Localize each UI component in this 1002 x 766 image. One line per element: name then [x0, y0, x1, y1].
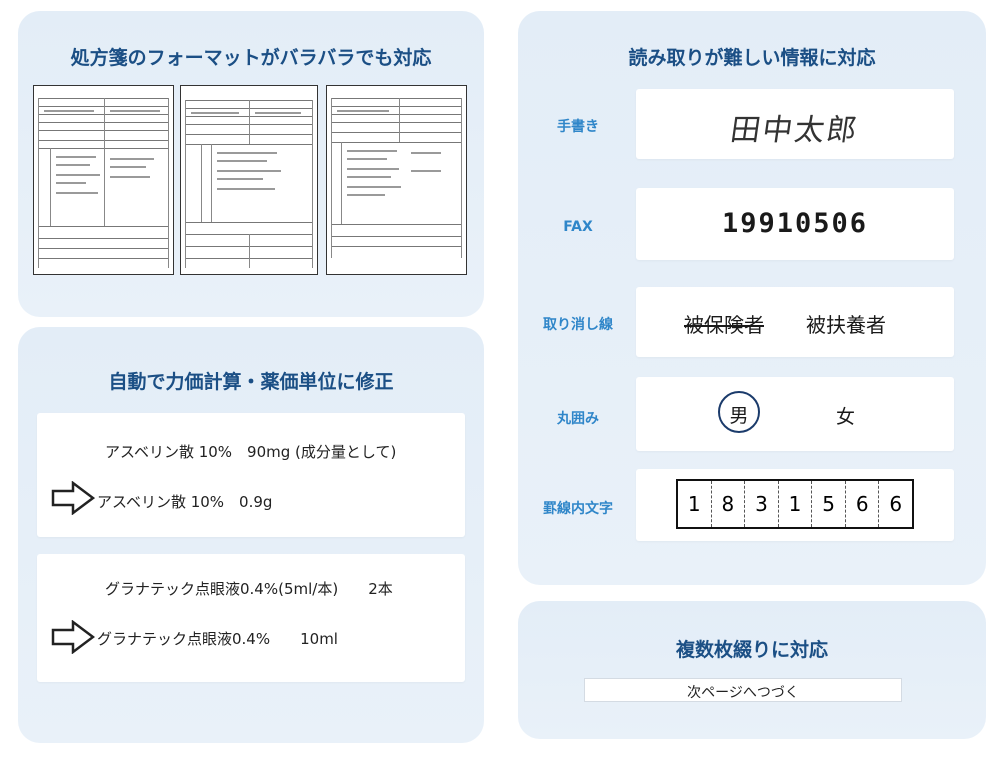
label-circled: 丸囲み — [557, 411, 599, 427]
strikethrough-card: 被保険者 被扶養者 — [636, 287, 954, 357]
arrow-right-icon — [51, 620, 95, 654]
continued-note-box: 次ページへつづく — [584, 678, 902, 702]
label-strikethrough: 取り消し線 — [543, 317, 613, 333]
calc-example-2: グラナテック点眼液0.4%(5ml/本) 2本 グラナテック点眼液0.4% 10… — [37, 554, 465, 682]
multipage-title: 複数枚綴りに対応 — [675, 639, 828, 661]
fax-value: 19910506 — [721, 208, 869, 239]
arrow-right-icon — [51, 481, 95, 515]
replacement-text: 被扶養者 — [806, 313, 886, 337]
before-text-1: アスベリン散 10% 90mg (成分量として) — [105, 443, 397, 461]
read-panel: 読み取りが難しい情報に対応 手書き 田中太郎 FAX 19910506 取り消し… — [518, 11, 986, 585]
after-text-1: アスベリン散 10% 0.9g — [97, 493, 273, 511]
handwritten-value: 田中太郎 — [728, 113, 861, 148]
after-text-2: グラナテック点眼液0.4% 10ml — [97, 630, 338, 648]
label-handwritten: 手書き — [557, 119, 599, 135]
digit-cell: 6 — [846, 481, 880, 527]
other-option: 女 — [836, 406, 856, 428]
circled-option: 男 — [718, 391, 760, 433]
continued-note: 次ページへつづく — [687, 685, 799, 701]
digit-cell: 5 — [812, 481, 846, 527]
formats-title: 処方箋のフォーマットがバラバラでも対応 — [70, 47, 432, 69]
digit-cell: 1 — [779, 481, 813, 527]
digit-cell: 3 — [745, 481, 779, 527]
circled-value: 男 — [729, 405, 749, 427]
handwritten-card: 田中太郎 — [636, 89, 954, 159]
struck-text: 被保険者 — [684, 313, 764, 337]
formats-panel: 処方箋のフォーマットがバラバラでも対応 — [18, 11, 484, 317]
prescription-sample-3 — [326, 85, 467, 275]
calc-title: 自動で力価計算・薬価単位に修正 — [108, 371, 394, 393]
digit-cell: 6 — [889, 492, 903, 516]
label-ruled-box: 罫線内文字 — [543, 501, 613, 517]
circled-card: 男 女 — [636, 377, 954, 451]
ruled-box: 1 8 3 1 5 6 6 — [676, 479, 914, 529]
multipage-panel: 複数枚綴りに対応 次ページへつづく — [518, 601, 986, 739]
digit-cell: 1 — [678, 481, 712, 527]
calc-example-1: アスベリン散 10% 90mg (成分量として) アスベリン散 10% 0.9g — [37, 413, 465, 537]
read-title: 読み取りが難しい情報に対応 — [628, 47, 876, 69]
fax-card: 19910506 — [636, 188, 954, 260]
before-text-2: グラナテック点眼液0.4%(5ml/本) 2本 — [105, 580, 393, 598]
prescription-sample-1 — [33, 85, 174, 275]
digit-cell: 8 — [712, 481, 746, 527]
ruled-box-card: 1 8 3 1 5 6 6 — [636, 469, 954, 541]
prescription-sample-2 — [180, 85, 318, 275]
label-fax: FAX — [563, 219, 593, 235]
calc-panel: 自動で力価計算・薬価単位に修正 アスベリン散 10% 90mg (成分量として)… — [18, 327, 484, 743]
